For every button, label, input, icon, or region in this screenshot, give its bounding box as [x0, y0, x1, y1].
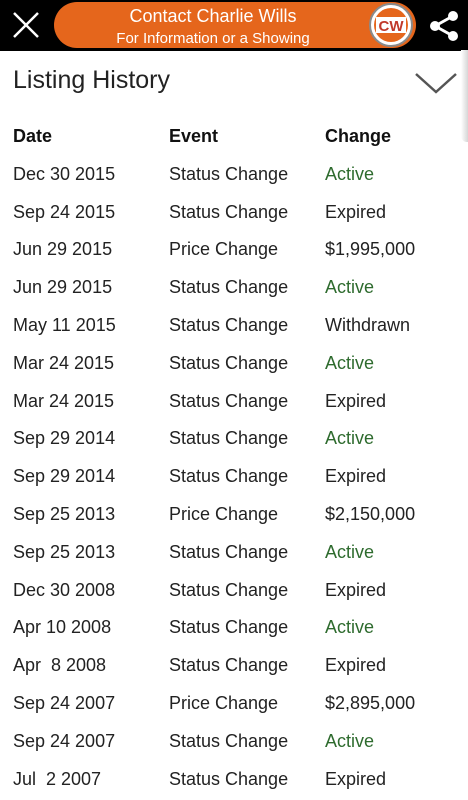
table-row: Mar 24 2015 Status Change Active: [0, 345, 468, 383]
event-cell: Status Change: [169, 541, 289, 562]
date-cell: Sep 24 2015: [13, 201, 116, 222]
column-header-event: Event: [169, 126, 219, 146]
date-cell: Dec 30 2015: [13, 163, 116, 184]
date-cell: Mar 24 2015: [13, 352, 115, 373]
contact-agent-button[interactable]: Contact Charlie Wills For Information or…: [54, 2, 416, 48]
date-cell: Apr 10 2008: [13, 617, 112, 638]
date-cell: Jul 2 2007: [13, 768, 102, 789]
table-row: Sep 25 2013 Price Change $2,150,000: [0, 496, 468, 534]
change-cell: Expired: [325, 579, 387, 600]
logo-text: CW: [379, 18, 405, 35]
agent-logo: CW: [369, 3, 413, 47]
change-cell: Withdrawn: [325, 314, 411, 335]
date-cell: Sep 24 2007: [13, 730, 116, 751]
table-row: Jun 29 2015 Status Change Active: [0, 269, 468, 307]
event-cell: Status Change: [169, 466, 289, 487]
table-header: Date Event Change: [0, 118, 468, 156]
event-cell: Price Change: [169, 692, 279, 713]
date-cell: Sep 29 2014: [13, 466, 116, 487]
event-cell: Status Change: [169, 730, 289, 751]
contact-subtitle: For Information or a Showing: [116, 30, 310, 47]
event-cell: Status Change: [169, 201, 289, 222]
share-icon: [430, 11, 458, 41]
date-cell: Sep 24 2007: [13, 692, 116, 713]
change-cell: $1,995,000: [325, 239, 416, 260]
table-row: Apr 10 2008 Status Change Active: [0, 609, 468, 647]
change-cell: Expired: [325, 390, 387, 411]
table-row: Mar 24 2015 Status Change Expired: [0, 383, 468, 421]
change-cell: Active: [325, 730, 375, 751]
top-bar: Contact Charlie Wills For Information or…: [0, 0, 468, 51]
date-cell: Sep 25 2013: [13, 503, 116, 524]
change-cell: Expired: [325, 201, 387, 222]
date-cell: Jun 29 2015: [13, 277, 113, 298]
date-cell: Sep 29 2014: [13, 428, 116, 449]
table-row: Dec 30 2008 Status Change Expired: [0, 572, 468, 610]
table-row: Apr 8 2008 Status Change Expired: [0, 647, 468, 685]
event-cell: Price Change: [169, 503, 279, 524]
date-cell: Jun 29 2015: [13, 239, 113, 260]
table-row: Sep 29 2014 Status Change Expired: [0, 458, 468, 496]
change-cell: $2,150,000: [325, 503, 416, 524]
change-cell: Active: [325, 277, 375, 298]
column-header-change: Change: [325, 126, 392, 146]
event-cell: Status Change: [169, 352, 289, 373]
date-cell: Sep 25 2013: [13, 541, 116, 562]
event-cell: Status Change: [169, 163, 289, 184]
date-cell: May 11 2015: [13, 314, 116, 335]
event-cell: Status Change: [169, 428, 289, 449]
contact-title: Contact Charlie Wills: [129, 6, 297, 26]
column-header-date: Date: [13, 126, 53, 146]
date-cell: Dec 30 2008: [13, 579, 116, 600]
change-cell: Active: [325, 352, 375, 373]
date-cell: Apr 8 2008: [13, 655, 107, 676]
event-cell: Status Change: [169, 655, 289, 676]
date-cell: Mar 24 2015: [13, 390, 115, 411]
table-row: Jun 29 2015 Price Change $1,995,000: [0, 231, 468, 269]
table-row: Sep 25 2013 Status Change Active: [0, 534, 468, 572]
event-cell: Status Change: [169, 617, 289, 638]
event-cell: Status Change: [169, 314, 289, 335]
share-button[interactable]: [420, 0, 468, 51]
event-cell: Status Change: [169, 768, 289, 789]
event-cell: Price Change: [169, 239, 279, 260]
change-cell: Active: [325, 163, 375, 184]
table-row: Jul 2 2007 Status Change Expired: [0, 761, 468, 799]
close-button[interactable]: [0, 0, 52, 51]
change-cell: Expired: [325, 466, 387, 487]
change-cell: $2,895,000: [325, 692, 416, 713]
change-cell: Active: [325, 617, 375, 638]
table-row: Sep 24 2007 Status Change Active: [0, 723, 468, 761]
event-cell: Status Change: [169, 579, 289, 600]
table-row: Sep 29 2014 Status Change Active: [0, 420, 468, 458]
event-cell: Status Change: [169, 277, 289, 298]
change-cell: Expired: [325, 768, 387, 789]
change-cell: Expired: [325, 655, 387, 676]
chevron-down-icon[interactable]: [412, 66, 460, 102]
table-row: Dec 30 2015 Status Change Active: [0, 156, 468, 194]
close-icon: [13, 12, 39, 38]
table-row: Sep 24 2015 Status Change Expired: [0, 194, 468, 232]
page-title: Listing History: [13, 66, 170, 94]
event-cell: Status Change: [169, 390, 289, 411]
table-row: May 11 2015 Status Change Withdrawn: [0, 307, 468, 345]
change-cell: Active: [325, 428, 375, 449]
change-cell: Active: [325, 541, 375, 562]
table-row: Sep 24 2007 Price Change $2,895,000: [0, 685, 468, 723]
listing-history-table: Date Event Change Dec 30 2015 Status Chan…: [0, 118, 468, 798]
